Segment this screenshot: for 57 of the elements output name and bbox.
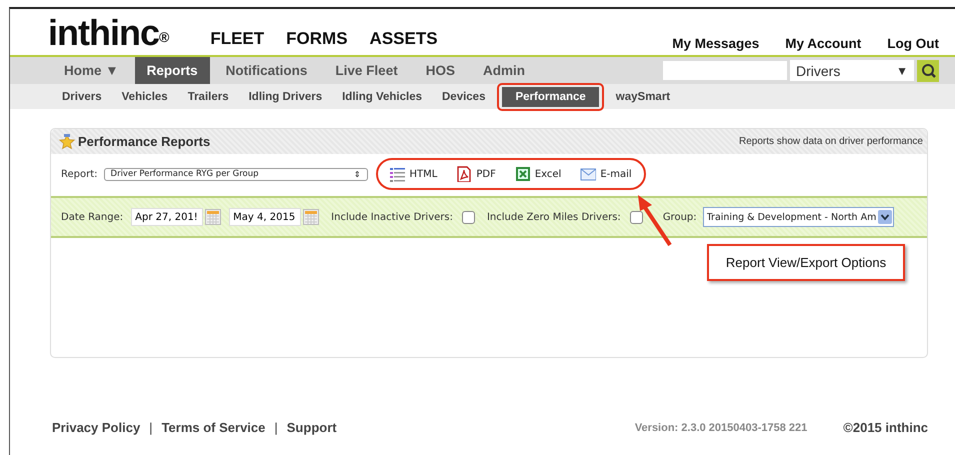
separator: |	[274, 420, 278, 435]
date-range-label: Date Range:	[61, 212, 124, 222]
footer-link[interactable]: Terms of Service	[162, 420, 266, 435]
star-icon	[59, 134, 75, 150]
footer-link[interactable]: Privacy Policy	[52, 420, 140, 435]
search-button[interactable]	[917, 60, 939, 82]
group-label: Group:	[662, 212, 697, 222]
spreadsheet-icon	[514, 166, 531, 182]
date-field[interactable]: Apr 27, 201!	[131, 208, 204, 226]
group-dropdown[interactable]: Training & Development - North Am	[702, 207, 894, 227]
report-dropdown[interactable]: Driver Performance RYG per Group ⇕	[104, 168, 368, 180]
export-link[interactable]: HTML	[390, 166, 438, 182]
export-link[interactable]: E-mail	[580, 166, 632, 182]
sub-nav-tab[interactable]: Performance	[502, 86, 599, 106]
checkbox-label: Include Zero Miles Drivers:	[486, 212, 621, 222]
sub-nav-tab[interactable]: Devices	[432, 90, 496, 102]
footer-link[interactable]: Support	[286, 420, 337, 435]
scope-dropdown[interactable]: Drivers ▼	[790, 60, 914, 81]
checkbox[interactable]	[630, 210, 643, 224]
list-icon	[390, 166, 406, 182]
nav-link[interactable]: ASSETS	[370, 29, 438, 49]
sub-nav-tab[interactable]: Vehicles	[112, 90, 178, 102]
nav-tab[interactable]: Admin	[470, 57, 537, 84]
calendar-icon	[205, 209, 222, 225]
chevron-icon	[878, 210, 892, 224]
export-link[interactable]: Excel	[514, 166, 562, 182]
nav-link[interactable]: FORMS	[286, 29, 348, 49]
panel-title: Performance Reports	[78, 134, 210, 149]
sub-nav-tab[interactable]: Drivers	[52, 90, 112, 102]
panel-note: Reports show data on driver performance	[739, 136, 923, 147]
separator: |	[149, 420, 153, 435]
checkbox-label: Include Inactive Drivers:	[331, 212, 453, 222]
search-field[interactable]	[663, 61, 787, 80]
nav-tab[interactable]: Reports	[134, 57, 210, 84]
calendar-icon	[303, 209, 320, 225]
sub-nav-tab[interactable]: waySmart	[606, 90, 680, 102]
sub-nav-tab[interactable]: Trailers	[178, 90, 239, 102]
export-link[interactable]: PDF	[456, 166, 496, 182]
document-icon	[456, 166, 472, 182]
nav-tab[interactable]: Live Fleet	[323, 57, 410, 84]
sub-nav-tab[interactable]: Idling Drivers	[238, 90, 332, 102]
sub-nav-tab[interactable]: Idling Vehicles	[332, 90, 432, 102]
copyright-text: ©2015 inthinc	[843, 420, 928, 435]
account-link[interactable]: My Account	[785, 36, 862, 51]
checkbox[interactable]	[462, 210, 475, 224]
nav-tab[interactable]: HOS	[414, 57, 467, 84]
account-link[interactable]: Log Out	[887, 36, 939, 51]
report-label: Report:	[61, 168, 98, 180]
nav-tab[interactable]: Home ▼	[52, 57, 131, 84]
nav-tab[interactable]: Notifications	[214, 57, 320, 84]
version-text: Version: 2.3.0 20150403-1758 221	[634, 422, 808, 434]
envelope-icon	[580, 166, 596, 182]
nav-link[interactable]: FLEET	[210, 29, 264, 49]
callout-label: Report View/Export Options	[707, 244, 905, 281]
account-link[interactable]: My Messages	[672, 36, 760, 51]
date-field[interactable]: May 4, 2015	[229, 208, 302, 226]
search-icon	[920, 63, 936, 78]
